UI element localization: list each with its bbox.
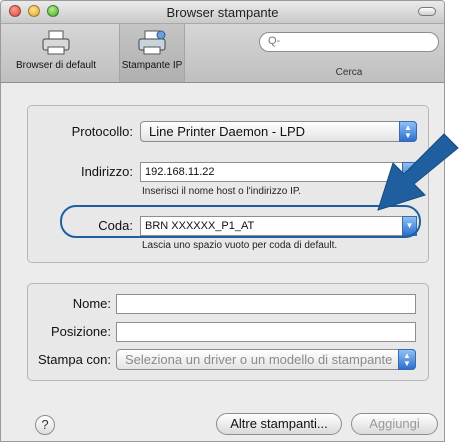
protocol-popup[interactable]: Line Printer Daemon - LPD ▲ ▼: [140, 121, 417, 142]
protocol-value: Line Printer Daemon - LPD: [149, 124, 306, 139]
address-label: Indirizzo:: [80, 164, 133, 179]
address-hint: Inserisci il nome host o l'indirizzo IP.: [142, 186, 302, 197]
window-title: Browser stampante: [166, 5, 279, 20]
queue-hint: Lascia uno spazio vuoto per coda di defa…: [142, 240, 338, 251]
search-icon: Q-: [268, 35, 281, 47]
help-button[interactable]: ?: [35, 415, 55, 435]
toolbar-toggle-button[interactable]: [418, 7, 436, 16]
search-field[interactable]: Q-: [259, 32, 439, 52]
more-printers-button[interactable]: Altre stampanti...: [216, 413, 342, 435]
address-dropdown-icon: ▼: [402, 162, 417, 182]
title-bar: Browser stampante: [1, 1, 444, 24]
print-with-label: Stampa con:: [38, 352, 111, 367]
printer-info-panel: Nome: Posizione: Stampa con: Seleziona u…: [27, 283, 429, 381]
address-field[interactable]: 192.168.11.22 ▼: [140, 162, 417, 182]
print-with-popup[interactable]: Seleziona un driver o un modello di stam…: [116, 349, 416, 370]
location-label: Posizione:: [51, 324, 111, 339]
default-printer-icon: [42, 30, 70, 55]
print-with-value: Seleziona un driver o un modello di stam…: [125, 352, 393, 367]
name-label: Nome:: [72, 296, 111, 311]
default-browser-label: Browser di default: [15, 60, 97, 71]
protocol-label: Protocollo:: [71, 124, 133, 139]
ip-printer-label: Stampante IP: [121, 60, 183, 71]
default-browser-tab[interactable]: Browser di default: [1, 24, 111, 82]
search-caption: Cerca: [335, 67, 363, 78]
ip-printer-tab[interactable]: Stampante IP: [119, 24, 185, 82]
location-field[interactable]: [116, 322, 416, 342]
print-with-stepper-icon: ▲ ▼: [398, 349, 416, 370]
ip-printer-icon: [138, 30, 166, 55]
name-field[interactable]: [116, 294, 416, 314]
address-value: 192.168.11.22: [145, 166, 215, 178]
connection-panel: Protocollo: Line Printer Daemon - LPD ▲ ▼…: [27, 105, 429, 263]
add-button[interactable]: Aggiungi: [351, 413, 438, 435]
queue-highlight-outline: [60, 205, 421, 238]
toolbar: Browser di default Stampante IP Q- Cerca: [1, 24, 444, 83]
protocol-stepper-icon: ▲ ▼: [399, 121, 417, 142]
